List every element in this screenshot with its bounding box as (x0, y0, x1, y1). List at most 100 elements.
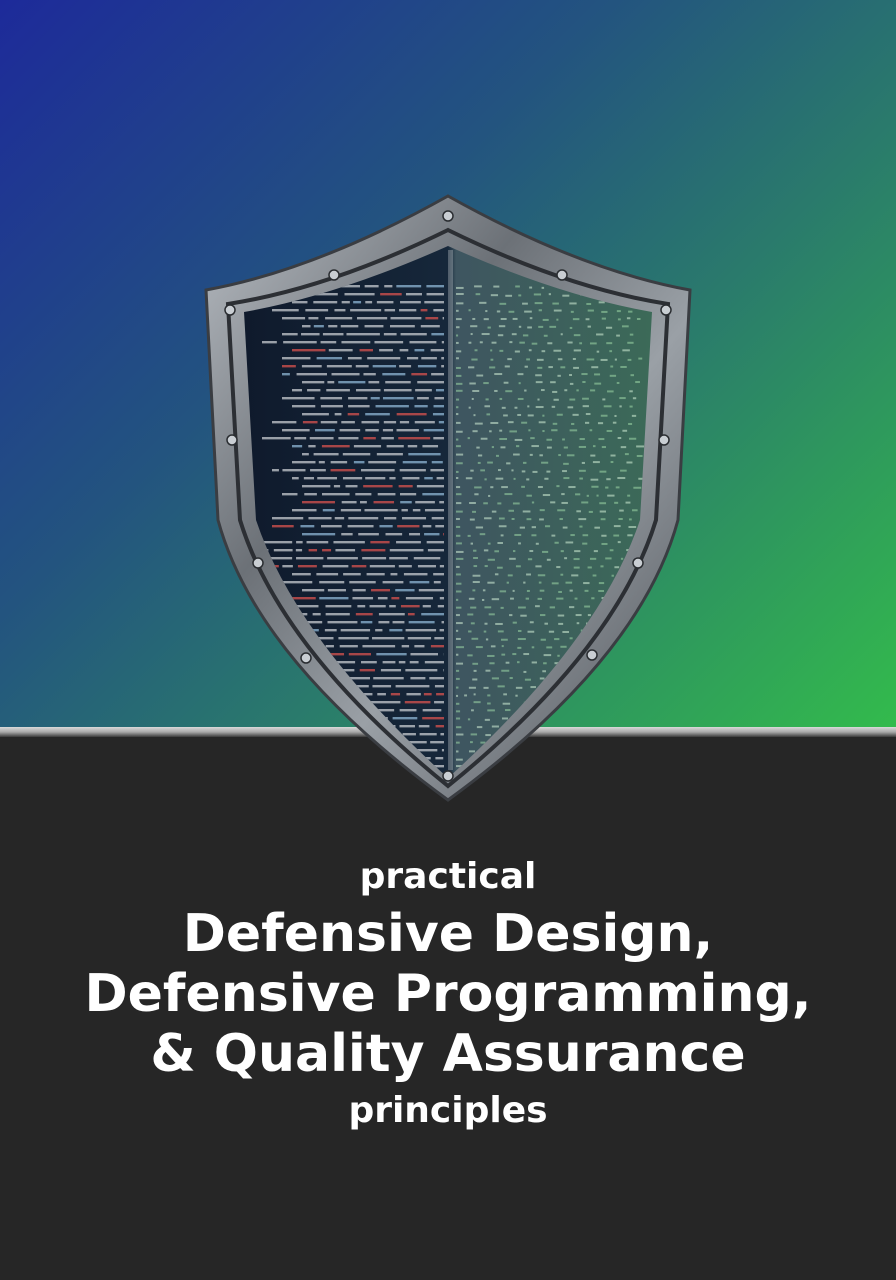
code-line (400, 605, 420, 608)
code-line (429, 677, 444, 680)
code-line (529, 550, 534, 553)
code-line (535, 565, 542, 568)
code-line (606, 429, 613, 432)
code-line (511, 517, 515, 520)
code-line (527, 405, 530, 408)
code-line (487, 558, 495, 561)
code-line (544, 622, 548, 625)
code-line (605, 486, 609, 489)
code-line (325, 645, 334, 648)
code-line (541, 350, 546, 353)
code-line (636, 749, 643, 752)
code-line (629, 405, 633, 408)
code-line (582, 749, 589, 752)
code-line (509, 757, 514, 760)
code-line (301, 365, 322, 368)
code-line (625, 501, 631, 504)
code-line (517, 413, 522, 416)
code-line (603, 405, 612, 408)
code-line (422, 445, 439, 448)
code-line (472, 574, 481, 577)
code-line (378, 621, 390, 624)
code-line (331, 749, 362, 752)
code-line (624, 734, 630, 737)
code-line (523, 653, 530, 656)
code-line (414, 405, 428, 408)
code-line (456, 550, 464, 553)
code-line (434, 685, 444, 688)
code-line (469, 382, 476, 385)
code-line (282, 701, 306, 704)
code-line (591, 366, 599, 369)
code-line (604, 685, 607, 688)
code-line (582, 381, 586, 384)
rivet-icon (226, 434, 238, 446)
code-line (485, 669, 491, 672)
code-line (531, 661, 537, 664)
code-line (282, 365, 296, 368)
code-line (340, 629, 371, 632)
code-line (518, 325, 522, 328)
code-line (317, 477, 338, 480)
code-line (517, 646, 522, 649)
code-line (505, 661, 510, 664)
code-line (590, 389, 596, 392)
code-line (322, 725, 339, 728)
code-line (424, 661, 444, 664)
code-line (489, 662, 495, 665)
rivet-icon (300, 652, 312, 664)
code-line (635, 701, 640, 704)
code-line (512, 621, 517, 624)
code-line (342, 453, 371, 456)
code-line (627, 534, 633, 537)
code-line (471, 637, 479, 640)
code-line (570, 310, 574, 313)
code-line (414, 349, 425, 352)
code-line (355, 389, 381, 392)
code-line (456, 366, 461, 369)
code-line (601, 446, 606, 449)
code-line (430, 645, 444, 648)
code-line (383, 389, 412, 392)
code-line (504, 493, 513, 496)
code-line (557, 654, 560, 657)
code-line (576, 757, 584, 760)
code-line (472, 581, 480, 584)
code-line (480, 741, 486, 744)
code-line (334, 517, 345, 520)
code-line (470, 333, 473, 336)
code-line (594, 373, 601, 376)
code-line (543, 654, 552, 657)
code-line (558, 454, 561, 457)
code-line (585, 413, 591, 416)
code-line (542, 414, 545, 417)
code-line (341, 421, 355, 424)
code-line (470, 733, 478, 736)
code-line (313, 301, 338, 304)
title-line-1: Defensive Design, (182, 904, 714, 964)
code-line (507, 358, 512, 361)
code-line (368, 461, 397, 464)
code-line (599, 694, 607, 697)
code-line (375, 405, 409, 408)
code-line (328, 325, 338, 328)
code-line (303, 477, 315, 480)
code-line (431, 373, 444, 376)
code-line (422, 605, 431, 608)
code-line (399, 469, 426, 472)
code-line (384, 309, 396, 312)
code-line (588, 686, 593, 689)
code-line (279, 581, 313, 584)
code-line (490, 421, 499, 424)
code-line (333, 765, 352, 768)
code-line (456, 341, 459, 344)
code-line (627, 341, 634, 344)
code-line (633, 486, 642, 489)
code-line (327, 589, 346, 592)
code-line (616, 334, 620, 337)
code-line (500, 446, 506, 449)
code-line (474, 493, 479, 496)
code-line (373, 501, 395, 504)
code-line (468, 406, 471, 409)
code-line (526, 518, 532, 521)
